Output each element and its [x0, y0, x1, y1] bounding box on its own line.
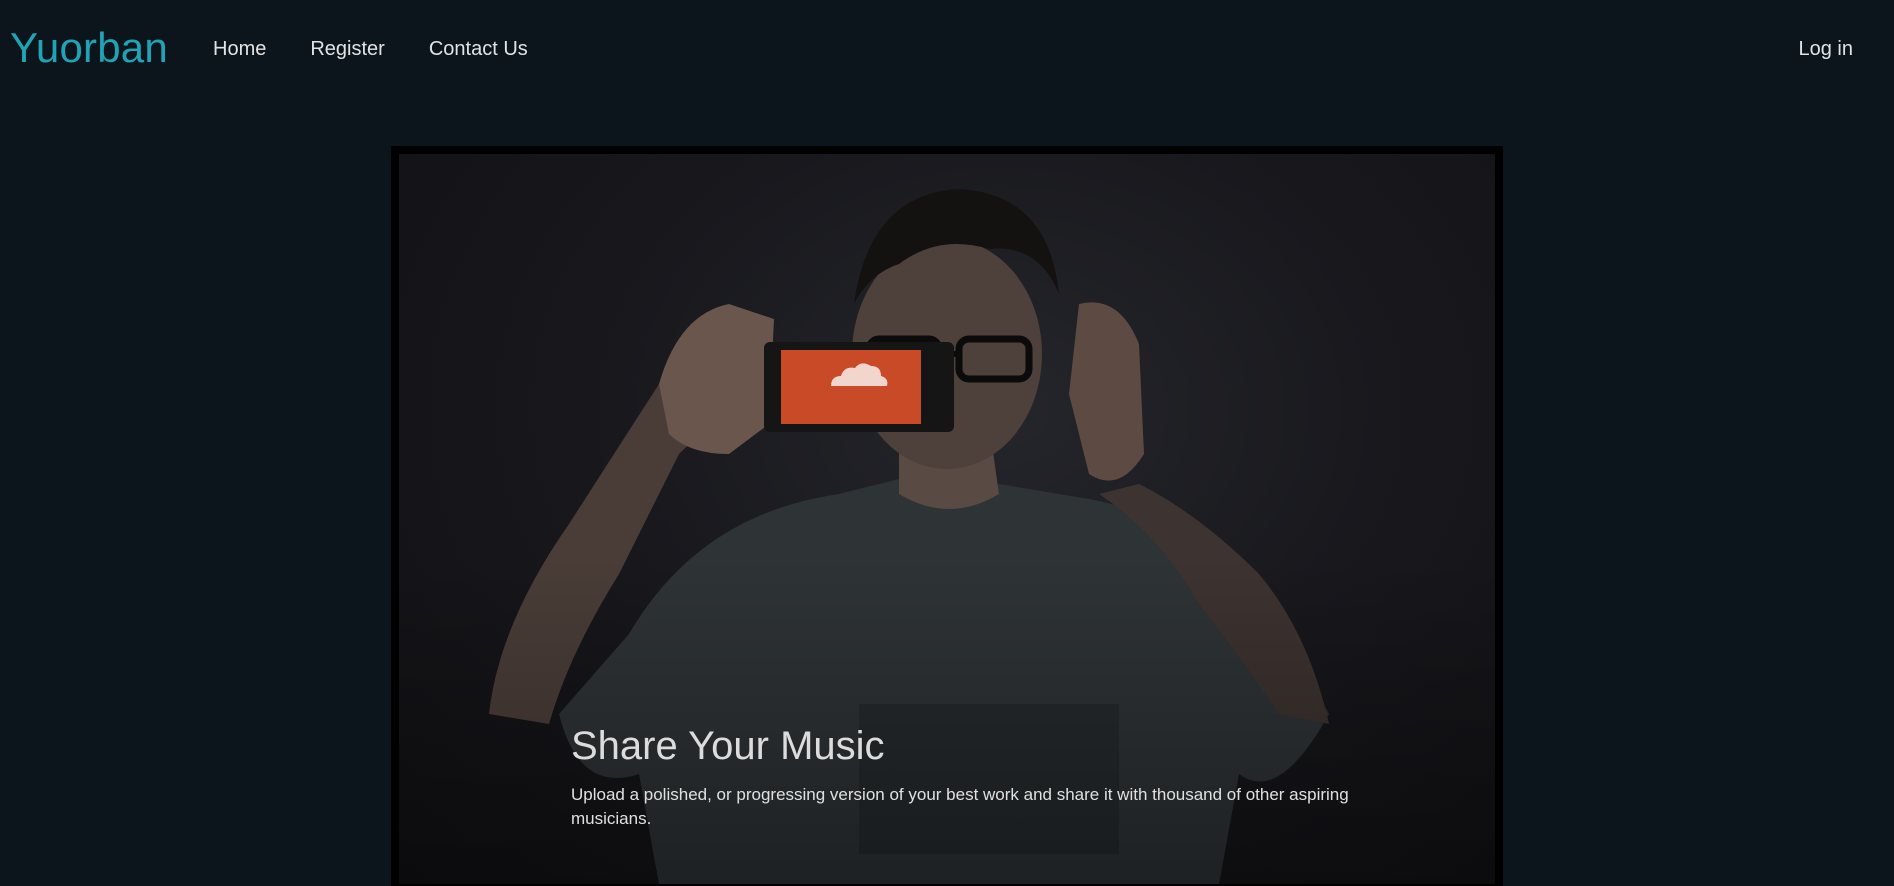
nav-links: Home Register Contact Us: [213, 38, 572, 61]
navbar: Yuorban Home Register Contact Us Log in: [0, 0, 1894, 104]
hero-title: Share Your Music: [571, 724, 885, 768]
hero-image: Share Your Music Upload a polished, or p…: [399, 154, 1495, 884]
hero-caption: Share Your Music Upload a polished, or p…: [571, 724, 1351, 831]
hero-frame: Share Your Music Upload a polished, or p…: [391, 146, 1503, 886]
hero-description: Upload a polished, or progressing versio…: [571, 785, 1349, 828]
nav-home-link[interactable]: Home: [213, 38, 266, 61]
login-link[interactable]: Log in: [1799, 38, 1854, 61]
nav-contact-link[interactable]: Contact Us: [429, 38, 528, 61]
nav-register-link[interactable]: Register: [310, 38, 384, 61]
brand-logo-link[interactable]: Yuorban: [10, 24, 168, 72]
